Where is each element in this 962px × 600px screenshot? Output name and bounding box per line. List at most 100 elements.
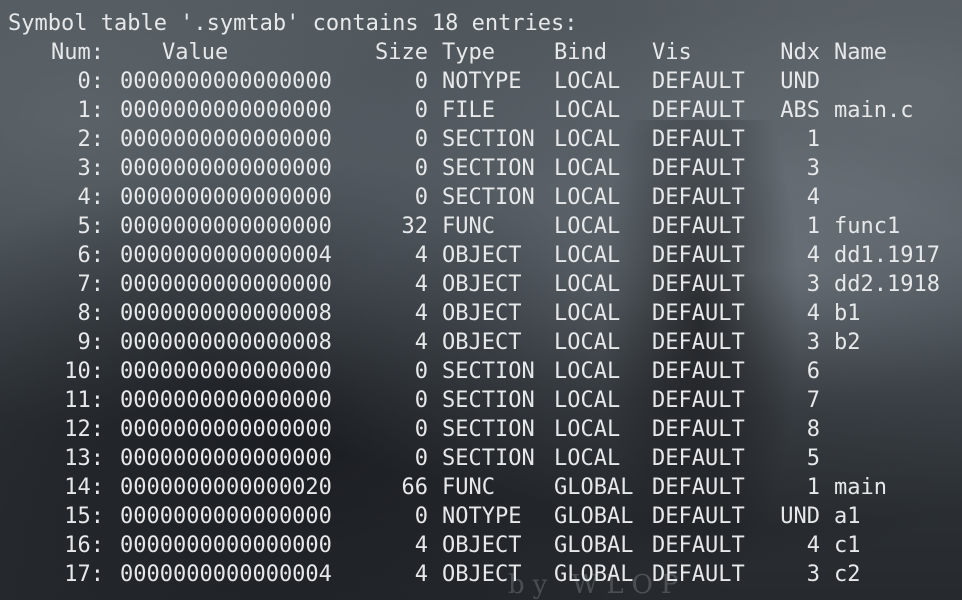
row-bind: LOCAL [554, 98, 621, 123]
row-value: 0000000000000000 [120, 127, 332, 152]
row-num: 11: [64, 388, 104, 413]
row-num: 7: [77, 272, 105, 297]
row-name: main.c [834, 98, 914, 123]
row-type: OBJECT [442, 243, 522, 268]
row-bind: LOCAL [554, 388, 621, 413]
row-value: 0000000000000000 [120, 533, 332, 558]
header-size: Size [375, 40, 428, 65]
row-ndx: 4 [806, 243, 820, 268]
header-num: Num: [51, 40, 104, 65]
row-type: NOTYPE [442, 504, 522, 529]
row-name: main [834, 475, 887, 500]
row-ndx: 5 [806, 446, 820, 471]
row-vis: DEFAULT [652, 156, 745, 181]
row-bind: GLOBAL [554, 533, 634, 558]
row-ndx: 4 [806, 185, 820, 210]
row-type: SECTION [442, 185, 535, 210]
row-value: 0000000000000000 [120, 185, 332, 210]
row-value: 0000000000000000 [120, 156, 332, 181]
row-size: 0 [414, 417, 428, 442]
row-value: 0000000000000008 [120, 301, 332, 326]
row-num: 0: [77, 69, 105, 94]
row-type: SECTION [442, 156, 535, 181]
row-bind: LOCAL [554, 214, 621, 239]
row-type: FILE [442, 98, 495, 123]
row-size: 0 [414, 388, 428, 413]
row-vis: DEFAULT [652, 301, 745, 326]
row-size: 0 [414, 98, 428, 123]
header-value: Value [162, 40, 229, 65]
row-value: 0000000000000000 [120, 417, 332, 442]
row-ndx: 1 [806, 214, 820, 239]
row-name: c1 [834, 533, 861, 558]
row-type: SECTION [442, 127, 535, 152]
row-type: FUNC [442, 214, 495, 239]
row-size: 0 [414, 156, 428, 181]
row-value: 0000000000000000 [120, 69, 332, 94]
row-value: 0000000000000000 [120, 504, 332, 529]
row-bind: LOCAL [554, 69, 621, 94]
row-name: dd2.1918 [834, 272, 940, 297]
row-size: 0 [414, 359, 428, 384]
header-bind: Bind [554, 40, 607, 65]
row-bind: LOCAL [554, 272, 621, 297]
row-ndx: 6 [806, 359, 820, 384]
row-num: 12: [64, 417, 104, 442]
header-vis: Vis [652, 40, 692, 65]
row-name: dd1.1917 [834, 243, 940, 268]
row-num: 13: [64, 446, 104, 471]
row-type: NOTYPE [442, 69, 522, 94]
row-size: 66 [401, 475, 429, 500]
row-name: func1 [834, 214, 901, 239]
row-bind: LOCAL [554, 330, 621, 355]
row-value: 0000000000000000 [120, 359, 332, 384]
row-num: 6: [77, 243, 105, 268]
row-vis: DEFAULT [652, 504, 745, 529]
row-vis: DEFAULT [652, 185, 745, 210]
row-type: SECTION [442, 417, 535, 442]
row-value: 0000000000000000 [120, 98, 332, 123]
row-num: 10: [64, 359, 104, 384]
row-size: 4 [414, 533, 428, 558]
row-bind: LOCAL [554, 301, 621, 326]
row-num: 1: [77, 98, 105, 123]
row-bind: LOCAL [554, 156, 621, 181]
row-type: OBJECT [442, 533, 522, 558]
row-size: 4 [414, 301, 428, 326]
row-vis: DEFAULT [652, 533, 745, 558]
row-ndx: 3 [806, 272, 820, 297]
row-name: a1 [834, 504, 861, 529]
row-ndx: 3 [806, 156, 820, 181]
row-num: 5: [77, 214, 105, 239]
row-vis: DEFAULT [652, 475, 745, 500]
row-vis: DEFAULT [652, 69, 745, 94]
row-bind: LOCAL [554, 185, 621, 210]
terminal-output[interactable]: Symbol table '.symtab' contains 18 entri… [0, 0, 962, 600]
row-bind: LOCAL [554, 243, 621, 268]
row-bind: LOCAL [554, 127, 621, 152]
row-type: OBJECT [442, 301, 522, 326]
row-size: 0 [414, 127, 428, 152]
row-value: 0000000000000000 [120, 214, 332, 239]
row-size: 0 [414, 185, 428, 210]
row-bind: LOCAL [554, 417, 621, 442]
row-value: 0000000000000004 [120, 562, 332, 587]
row-value: 0000000000000008 [120, 330, 332, 355]
row-ndx: 3 [806, 562, 820, 587]
row-bind: GLOBAL [554, 504, 634, 529]
row-type: OBJECT [442, 330, 522, 355]
row-type: SECTION [442, 359, 535, 384]
row-num: 2: [77, 127, 105, 152]
table-header: Num: Value Size Type Bind Vis Ndx Name [8, 38, 887, 67]
row-vis: DEFAULT [652, 98, 745, 123]
row-num: 16: [64, 533, 104, 558]
row-vis: DEFAULT [652, 388, 745, 413]
row-type: FUNC [442, 475, 495, 500]
row-vis: DEFAULT [652, 359, 745, 384]
row-size: 4 [414, 562, 428, 587]
row-vis: DEFAULT [652, 214, 745, 239]
header-type: Type [442, 40, 495, 65]
header-ndx: Ndx [780, 40, 820, 65]
row-vis: DEFAULT [652, 330, 745, 355]
row-size: 0 [414, 69, 428, 94]
